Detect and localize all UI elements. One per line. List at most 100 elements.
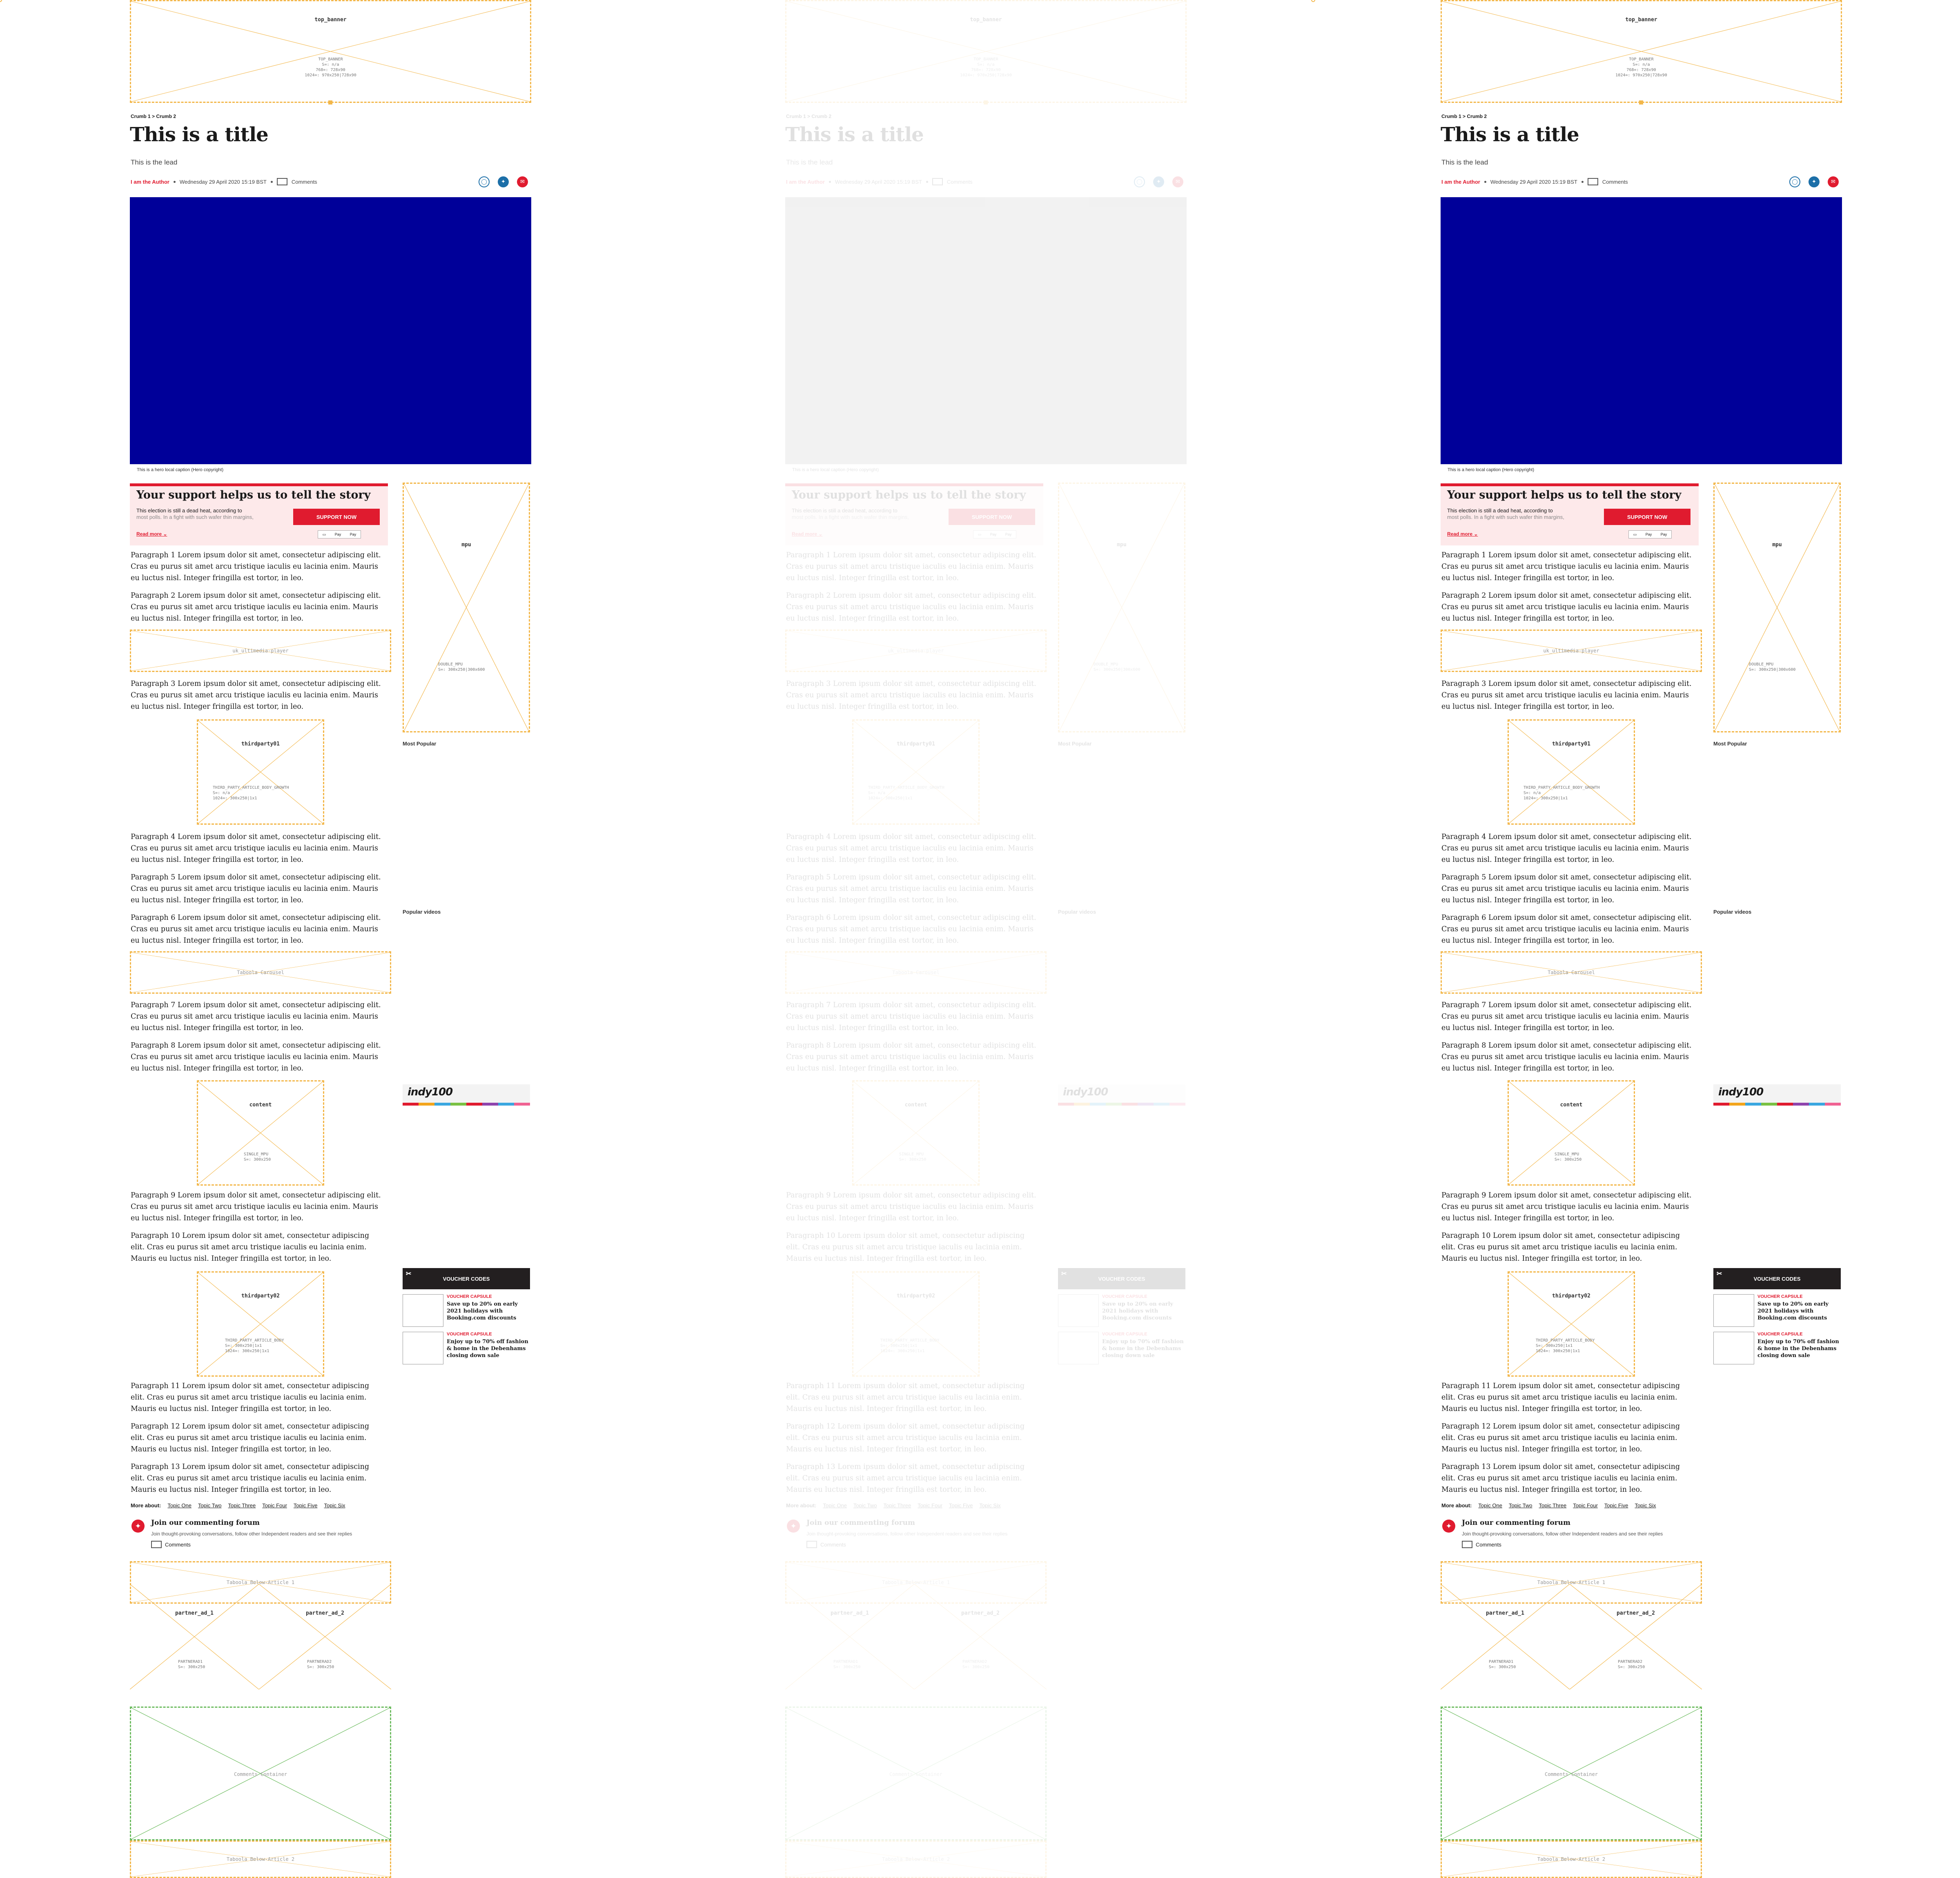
topic-link[interactable]: Topic Three	[1539, 1502, 1567, 1509]
voucher-item[interactable]: VOUCHER CAPSULE Enjoy up to 70% off fash…	[1713, 1332, 1839, 1366]
crumb-link[interactable]: Crumb 1	[131, 113, 151, 119]
ad-slot-name: content	[904, 1102, 927, 1108]
voucher-image	[1058, 1294, 1099, 1327]
voucher-codes-header[interactable]: ✂ VOUCHER CODES	[1713, 1268, 1841, 1289]
topic-link[interactable]: Topic Six	[324, 1502, 345, 1509]
topic-link[interactable]: Topic Two	[198, 1502, 222, 1509]
topic-link[interactable]: Topic Two	[853, 1502, 877, 1509]
ad-meta: THIRD_PARTY_ARTICLE_BODY_GROWTH S=: n/a 10…	[213, 785, 289, 801]
twitter-icon[interactable]: ✦	[1809, 176, 1820, 187]
topic-link[interactable]: Topic Three	[228, 1502, 256, 1509]
partner-ad-2: partner_ad_2 PARTNERAD2 S=: 300x250	[914, 1584, 1047, 1689]
comments-link[interactable]: Comments	[292, 179, 317, 185]
read-more-link[interactable]: Read more ⌄	[1447, 531, 1478, 537]
ad-meta: TOP_BANNER S=: n/a 768=: 728x90 1024=: 970x…	[960, 57, 1012, 78]
topic-link[interactable]: Topic Four	[1573, 1502, 1598, 1509]
ad-placeholder-cross	[1441, 1584, 1570, 1689]
ad-meta: PARTNERAD1 S=: 300x250	[1489, 1660, 1516, 1669]
bookmark-icon[interactable]: ◯	[479, 176, 490, 187]
forum-comments-link[interactable]: Comments	[151, 1541, 191, 1548]
article-paragraph: Paragraph 9 Lorem ipsum dolor sit amet, …	[786, 1191, 1036, 1222]
support-now-button[interactable]: SUPPORT NOW	[293, 509, 380, 525]
topic-link[interactable]: Topic Five	[1604, 1502, 1628, 1509]
voucher-title[interactable]: Enjoy up to 70% off fashion & home in th…	[447, 1338, 528, 1359]
indy100-widget[interactable]: indy100	[1713, 1084, 1841, 1106]
voucher-item[interactable]: VOUCHER CAPSULE Save up to 20% on early …	[403, 1294, 528, 1328]
voucher-item[interactable]: VOUCHER CAPSULE Save up to 20% on early …	[1058, 1294, 1184, 1328]
article-paragraph: Paragraph 3 Lorem ipsum dolor sit amet, …	[786, 680, 1036, 711]
topic-link[interactable]: Topic Five	[949, 1502, 973, 1509]
topic-link[interactable]: Topic Five	[294, 1502, 318, 1509]
article-paragraph: Paragraph 13 Lorem ipsum dolor sit amet,…	[1441, 1463, 1680, 1494]
bookmark-icon[interactable]: ◯	[1134, 176, 1145, 187]
read-more-link[interactable]: Read more ⌄	[136, 531, 167, 537]
partner-ad-1: partner_ad_1 PARTNERAD1 S=: 300x250	[1441, 1584, 1570, 1689]
email-icon[interactable]: ✉	[1172, 176, 1183, 187]
voucher-codes-header[interactable]: ✂ VOUCHER CODES	[403, 1268, 530, 1289]
ad-meta: TOP_BANNER S=: n/a 768=: 728x90 1024=: 970x…	[1615, 57, 1667, 78]
indy100-widget[interactable]: indy100	[1058, 1084, 1185, 1106]
forum-comments-link[interactable]: Comments	[1462, 1541, 1501, 1548]
voucher-title[interactable]: Save up to 20% on early 2021 holidays wi…	[447, 1301, 528, 1322]
forum-comments-label[interactable]: Comments	[1476, 1542, 1501, 1548]
author-link[interactable]: I am the Author	[131, 179, 169, 185]
ad-placeholder-cross	[785, 1584, 914, 1689]
author-link[interactable]: I am the Author	[786, 179, 825, 185]
topic-link[interactable]: Topic One	[167, 1502, 192, 1509]
email-icon[interactable]: ✉	[1828, 176, 1839, 187]
topic-link[interactable]: Topic One	[1478, 1502, 1502, 1509]
topic-link[interactable]: Topic Three	[884, 1502, 911, 1509]
article-lead: This is the lead	[786, 158, 833, 166]
voucher-item[interactable]: VOUCHER CAPSULE Enjoy up to 70% off fash…	[403, 1332, 528, 1366]
crumb-separator: >	[152, 113, 155, 119]
voucher-title[interactable]: Save up to 20% on early 2021 holidays wi…	[1757, 1301, 1839, 1322]
forum-comments-link[interactable]: Comments	[806, 1541, 846, 1548]
ad-placeholder-cross	[198, 1081, 323, 1184]
crumb-link[interactable]: Crumb 2	[811, 113, 831, 119]
topic-link[interactable]: Topic Six	[1635, 1502, 1656, 1509]
ad-meta: THIRD_PARTY_ARTICLE_BODY S=: 300x250|1x1 1…	[1536, 1338, 1595, 1353]
crumb-link[interactable]: Crumb 1	[786, 113, 806, 119]
indy100-widget[interactable]: indy100	[403, 1084, 530, 1106]
more-about-label: More about:	[131, 1502, 161, 1509]
voucher-title[interactable]: Enjoy up to 70% off fashion & home in th…	[1102, 1338, 1184, 1359]
voucher-item[interactable]: VOUCHER CAPSULE Enjoy up to 70% off fash…	[1058, 1332, 1184, 1366]
voucher-codes-header[interactable]: ✂ VOUCHER CODES	[1058, 1268, 1185, 1289]
voucher-item[interactable]: VOUCHER CAPSULE Save up to 20% on early …	[1713, 1294, 1839, 1328]
article-paragraph: Paragraph 6 Lorem ipsum dolor sit amet, …	[786, 914, 1036, 945]
ad-handle	[984, 100, 988, 105]
voucher-title[interactable]: Enjoy up to 70% off fashion & home in th…	[1757, 1338, 1839, 1359]
voucher-image	[1713, 1332, 1754, 1364]
ad-meta: SINGLE_MPU S=: 300x250	[244, 1152, 271, 1162]
topic-link[interactable]: Topic One	[823, 1502, 847, 1509]
voucher-tag: VOUCHER CAPSULE	[1757, 1294, 1803, 1299]
topic-link[interactable]: Topic Four	[918, 1502, 942, 1509]
email-icon[interactable]: ✉	[517, 176, 528, 187]
topic-link[interactable]: Topic Two	[1509, 1502, 1532, 1509]
read-more-link[interactable]: Read more ⌄	[792, 531, 822, 537]
comments-link[interactable]: Comments	[947, 179, 973, 185]
crumb-link[interactable]: Crumb 2	[156, 113, 176, 119]
author-link[interactable]: I am the Author	[1441, 179, 1480, 185]
hero-caption: This is a hero local caption (Hero copyr…	[792, 467, 879, 472]
twitter-icon[interactable]: ✦	[1153, 176, 1164, 187]
support-now-button[interactable]: SUPPORT NOW	[1604, 509, 1690, 525]
article-page: top_banner TOP_BANNER S=: n/a 768=: 728x90…	[0, 0, 653, 1878]
support-now-button[interactable]: SUPPORT NOW	[949, 509, 1035, 525]
hero-caption: This is a hero local caption (Hero copyr…	[1448, 467, 1535, 472]
crumb-link[interactable]: Crumb 2	[1467, 113, 1487, 119]
twitter-icon[interactable]: ✦	[498, 176, 509, 187]
topic-link[interactable]: Topic Four	[262, 1502, 287, 1509]
ad-meta: THIRD_PARTY_ARTICLE_BODY S=: 300x250|1x1 1…	[225, 1338, 284, 1353]
article-paragraph: Paragraph 11 Lorem ipsum dolor sit amet,…	[131, 1382, 370, 1413]
forum-comments-label[interactable]: Comments	[820, 1542, 846, 1548]
comment-icon	[1587, 178, 1598, 185]
hero-image	[130, 197, 531, 464]
comments-link[interactable]: Comments	[1602, 179, 1628, 185]
forum-comments-label[interactable]: Comments	[165, 1542, 191, 1548]
thirdparty01-ad: thirdparty01 THIRD_PARTY_ARTICLE_BODY_GR…	[1508, 719, 1635, 825]
voucher-title[interactable]: Save up to 20% on early 2021 holidays wi…	[1102, 1301, 1184, 1322]
crumb-link[interactable]: Crumb 1	[1441, 113, 1461, 119]
topic-link[interactable]: Topic Six	[979, 1502, 1000, 1509]
bookmark-icon[interactable]: ◯	[1789, 176, 1800, 187]
